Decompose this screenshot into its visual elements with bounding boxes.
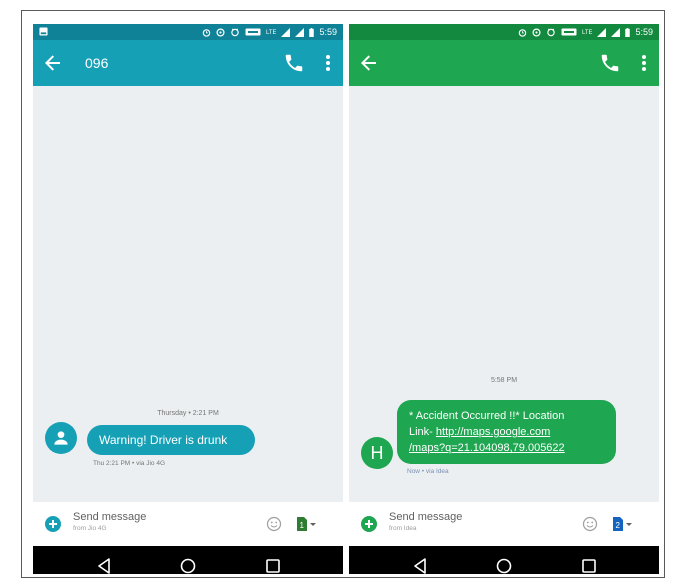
svg-text:2: 2 — [616, 521, 621, 530]
phone-icon[interactable] — [283, 52, 305, 74]
app-bar: 096 — [33, 40, 343, 86]
message-link-prefix: Link- — [409, 426, 436, 438]
svg-text:1: 1 — [300, 521, 305, 530]
sim-card-icon[interactable]: 1 — [295, 515, 317, 533]
status-bar: LTE 5:59 — [349, 24, 659, 40]
compose-bar: Send message from Jio 4G 1 — [33, 502, 343, 546]
sim-card-icon[interactable]: 2 — [611, 515, 633, 533]
message-bubble[interactable]: Warning! Driver is drunk — [87, 425, 255, 455]
message-bubble[interactable]: * Accident Occurred !!* Location Link- h… — [397, 400, 616, 464]
add-circle-icon[interactable] — [45, 516, 61, 532]
avatar[interactable] — [45, 422, 77, 454]
hd-icon — [231, 28, 240, 36]
status-time: 5:59 — [319, 27, 337, 37]
left-phone-screen: LTE 5:59 096 Thursday • 2:21 PM Warning!… — [33, 24, 343, 574]
conversation-title: 096 — [85, 55, 109, 71]
thread-timestamp: 5:58 PM — [490, 377, 518, 384]
lte-label-icon: LTE — [582, 30, 592, 36]
message-meta: Thu 2:21 PM • via Jio 4G — [93, 460, 166, 467]
signal-icon — [295, 27, 305, 37]
notification-icon — [39, 27, 48, 36]
message-map-link[interactable]: /maps?q=21.104098,79.005622 — [409, 440, 606, 456]
nav-home-icon[interactable] — [179, 557, 197, 574]
data-saver-icon — [216, 27, 226, 37]
nav-recent-icon[interactable] — [264, 557, 282, 574]
message-map-link[interactable]: http://maps.google.com — [436, 426, 550, 438]
emoji-icon[interactable] — [266, 516, 282, 532]
system-nav-bar — [33, 546, 343, 574]
signal-icon — [281, 27, 291, 37]
alarm-icon — [519, 28, 527, 37]
send-message-input[interactable]: Send message — [73, 511, 146, 524]
svg-text:LTE: LTE — [266, 30, 276, 36]
compose-bar: Send message from Idea 2 — [349, 502, 659, 546]
signal-icon — [597, 27, 607, 37]
lte-icon — [561, 28, 577, 36]
screenshot-frame: LTE 5:59 096 Thursday • 2:21 PM Warning!… — [21, 10, 665, 578]
more-vert-icon[interactable] — [323, 52, 333, 74]
right-phone-screen: LTE 5:59 5:58 PM H * Accident Occurred !… — [349, 24, 659, 574]
send-from-label: from Idea — [389, 525, 417, 532]
phone-icon[interactable] — [599, 52, 621, 74]
message-meta: Now • via Idea — [407, 468, 449, 475]
app-bar — [349, 40, 659, 86]
lte-label-icon: LTE — [266, 30, 276, 36]
alarm-icon — [203, 28, 211, 37]
signal-icon — [611, 27, 621, 37]
svg-text:LTE: LTE — [582, 30, 592, 36]
arrow-left-icon[interactable] — [357, 51, 381, 75]
hd-icon — [547, 28, 556, 36]
nav-back-icon[interactable] — [411, 557, 429, 574]
nav-home-icon[interactable] — [495, 557, 513, 574]
person-icon — [54, 431, 68, 445]
message-line: * Accident Occurred !!* Location — [409, 410, 565, 422]
nav-recent-icon[interactable] — [580, 557, 598, 574]
thread-timestamp: Thursday • 2:21 PM — [157, 410, 219, 417]
avatar[interactable]: H — [361, 437, 393, 469]
system-nav-bar — [349, 546, 659, 574]
battery-icon — [309, 27, 315, 37]
add-circle-icon[interactable] — [361, 516, 377, 532]
arrow-left-icon[interactable] — [41, 51, 65, 75]
status-bar: LTE 5:59 — [33, 24, 343, 40]
emoji-icon[interactable] — [582, 516, 598, 532]
nav-back-icon[interactable] — [95, 557, 113, 574]
send-from-label: from Jio 4G — [73, 525, 107, 532]
data-saver-icon — [532, 27, 542, 37]
message-line: Link- http://maps.google.com — [409, 424, 606, 440]
send-message-input[interactable]: Send message — [389, 511, 462, 524]
battery-icon — [625, 27, 631, 37]
lte-icon — [245, 28, 261, 36]
status-time: 5:59 — [635, 27, 653, 37]
more-vert-icon[interactable] — [639, 52, 649, 74]
